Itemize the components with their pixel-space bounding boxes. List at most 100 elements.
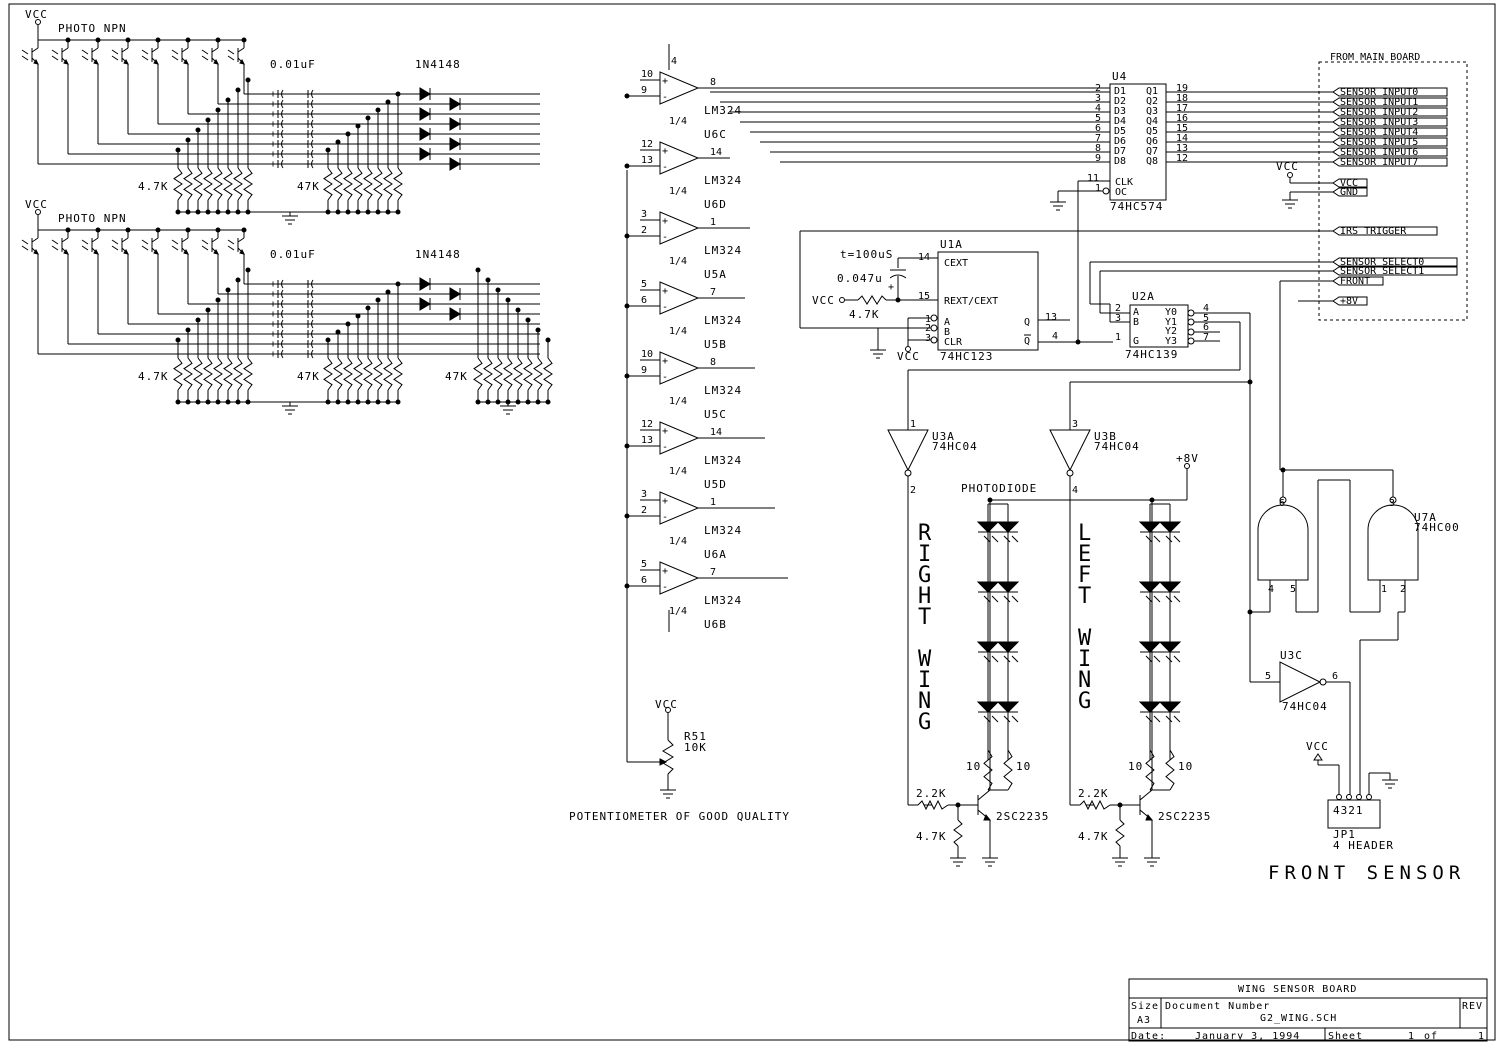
pin-number: 6 [1279,498,1285,509]
lm324-label: LM324 [704,594,742,607]
junction [624,513,630,519]
resistor-47k [493,357,503,391]
sheet-value: 1 [1408,1031,1415,1042]
phototransistor-array [21,37,247,65]
lm324-label: LM324 [704,384,742,397]
phototransistor [201,37,221,65]
resistor-label: 4.7K [1078,830,1109,843]
resistor-2k2 [1079,799,1111,811]
phototransistor [227,227,247,255]
junction [624,443,630,449]
sensor-input-label: SENSOR INPUT7 [1340,157,1418,168]
resistor-4k7 [223,357,233,391]
pin-b: B [1133,317,1139,328]
diode-label: 1N4148 [415,58,461,71]
junction [175,147,181,153]
phototransistor-array [21,227,247,255]
resistor-47k [383,167,393,201]
resistor-47k [333,357,343,391]
pin-number: 1 [910,419,916,430]
lm324-label: LM324 [704,244,742,257]
quarter-label: 1/4 [669,186,687,197]
u4-part: 74HC574 [1110,200,1163,213]
sheet-of: of [1424,1031,1438,1042]
junction [355,313,361,319]
quarter-label: 1/4 [669,396,687,407]
opamp-name: U5A [704,268,727,281]
phototransistor [111,227,131,255]
resistor-label: 4.7K [849,308,880,321]
junction [241,37,247,43]
pin-number: 5 [1290,584,1296,595]
phototransistor [51,227,71,255]
pin-number: 10 [641,349,653,360]
pin-number: 3 [641,489,647,500]
resistor-4k7 [233,357,243,391]
opamp-minus: - [662,442,668,453]
port-label: GND [1340,187,1358,198]
junction [495,287,501,293]
sheet-count: 1 [1478,1031,1485,1042]
opamp-plus: + [662,496,668,507]
wing-drivers: PHOTODIODE +8V RIGHTWING LEFTWING 12U3A7… [887,370,1210,867]
pin-q: Q [1024,317,1030,328]
phototransistor [21,230,39,255]
pin-number: 4 [1052,331,1058,342]
title-block: WING SENSOR BOARD Size A3 Document Numbe… [1128,978,1488,1042]
d-pin: D8 [1114,156,1126,167]
junction [545,337,551,343]
inverter [887,429,929,472]
resistor-47k [333,167,343,201]
schematic-canvas: VCC PHOTO NPN 0.01uF 1N4148 4.7K 47K VCC… [8,3,1496,1042]
port-label: IRS TRIGGER [1340,226,1407,237]
u3c-label: U3C [1280,649,1303,662]
resistor-label: 4.7K [138,180,169,193]
junction [485,277,491,283]
u2a-part: 74HC139 [1125,348,1178,361]
resistor-label: 47K [297,180,320,193]
junction [335,329,341,335]
resistor-label: 2.2K [916,787,947,800]
pin-number: 8 [710,77,716,88]
resistor-4k7 [193,357,203,391]
resistor-2k2 [917,799,949,811]
pin-number: 5 [641,279,647,290]
opamp-minus: - [662,162,668,173]
pin-cext: CEXT [944,258,968,269]
opamp: + - 3 2 1 LM324 1/4 U5A [624,209,750,281]
lm324-label: LM324 [704,524,742,537]
jp1-desc: 4 HEADER [1333,839,1394,852]
opamp-plus: + [662,216,668,227]
doc-value: G2_WING.SCH [1260,1013,1337,1024]
junction [395,91,401,97]
junction [225,97,231,103]
jp1-pins: 4321 [1333,804,1364,817]
resistor-label: 2.2K [1078,787,1109,800]
junction [385,99,391,105]
opamp-minus: - [662,92,668,103]
pin-number: 10 [641,69,653,80]
pin-number: 8 [710,357,716,368]
resistor-4k7 [173,357,183,391]
junction [624,303,630,309]
junction [215,227,221,233]
junction [205,117,211,123]
left-wing-letter: G [1078,689,1091,714]
junction [365,305,371,311]
resistor-47k [393,357,403,391]
pin-number: 3 [925,333,931,344]
u4-label: U4 [1112,70,1127,83]
u3c-part: 74HC04 [1282,700,1328,713]
junction [215,297,221,303]
junction [245,77,251,83]
phototransistor [111,37,131,65]
pin-number: 5 [641,559,647,570]
resistor-label: 10 [966,760,981,773]
junction [624,373,630,379]
opamp-plus: + [662,146,668,157]
junction [155,227,161,233]
resistor-47k [363,167,373,201]
latch-u4: U4 74HC574 D1 Q12 19D2 Q23 18D3 Q34 17D4 Q45 16D… [710,70,1333,213]
rev-label: REV [1462,1001,1483,1012]
phototransistor [171,227,191,255]
